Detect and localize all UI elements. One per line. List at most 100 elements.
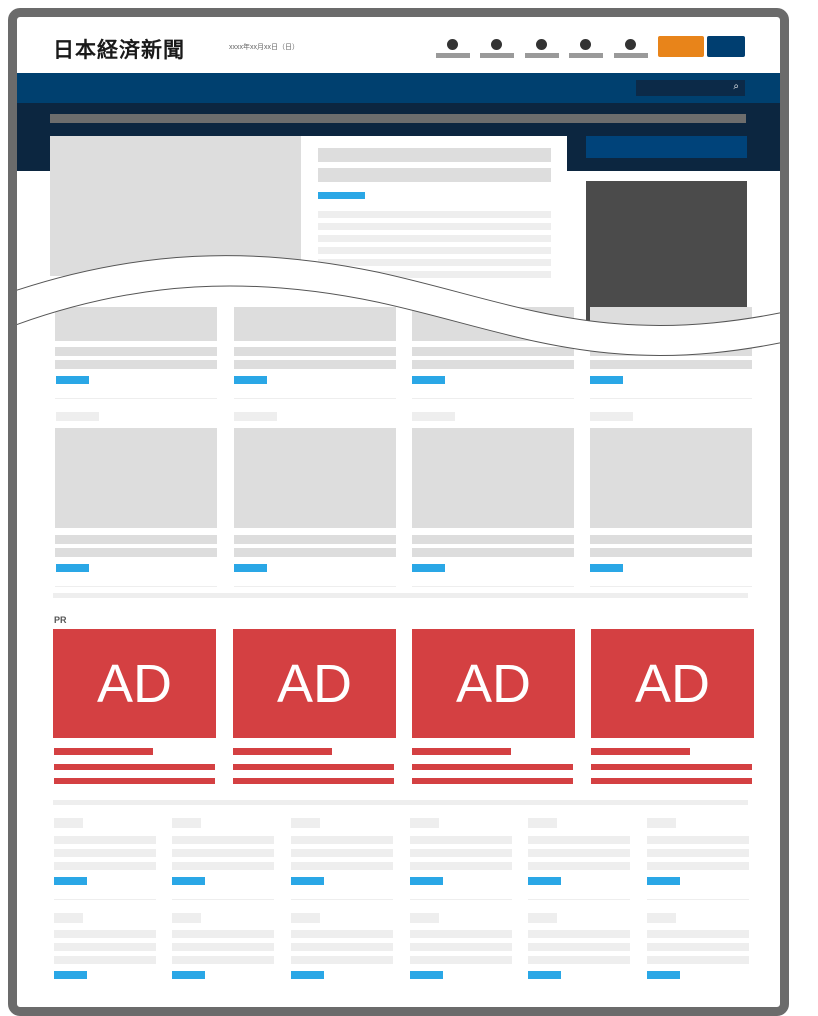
ad-title-line[interactable] bbox=[412, 748, 511, 755]
list-category-link[interactable] bbox=[647, 877, 680, 885]
list-item-line[interactable] bbox=[528, 956, 630, 964]
list-item-line[interactable] bbox=[291, 862, 393, 870]
article-thumb[interactable] bbox=[590, 428, 752, 528]
list-category-link[interactable] bbox=[172, 971, 205, 979]
list-item-line[interactable] bbox=[528, 849, 630, 857]
list-item-line[interactable] bbox=[172, 930, 274, 938]
list-item-line[interactable] bbox=[528, 943, 630, 951]
list-item-line[interactable] bbox=[647, 930, 749, 938]
article-category-link[interactable] bbox=[56, 564, 89, 572]
list-item-line[interactable] bbox=[528, 836, 630, 844]
article-category-link[interactable] bbox=[56, 376, 89, 384]
article-category-link[interactable] bbox=[412, 376, 445, 384]
article-category-link[interactable] bbox=[590, 564, 623, 572]
article-thumb[interactable] bbox=[412, 428, 574, 528]
list-category-link[interactable] bbox=[528, 877, 561, 885]
list-category-link[interactable] bbox=[54, 877, 87, 885]
list-item-line[interactable] bbox=[647, 836, 749, 844]
ad-title-line[interactable] bbox=[233, 748, 332, 755]
list-item-line[interactable] bbox=[410, 862, 512, 870]
list-item-line[interactable] bbox=[410, 849, 512, 857]
sidebar-header[interactable] bbox=[586, 136, 747, 158]
list-category-link[interactable] bbox=[172, 877, 205, 885]
list-item-line[interactable] bbox=[54, 849, 156, 857]
list-item-line[interactable] bbox=[54, 956, 156, 964]
article-category-link[interactable] bbox=[234, 376, 267, 384]
article-title-line[interactable] bbox=[234, 548, 396, 557]
ad-text-line[interactable] bbox=[591, 778, 752, 784]
list-item-line[interactable] bbox=[647, 862, 749, 870]
ad-text-line[interactable] bbox=[412, 778, 573, 784]
article-category-link[interactable] bbox=[234, 564, 267, 572]
nav-dot-icon bbox=[491, 39, 502, 50]
ad-banner[interactable]: AD bbox=[233, 629, 396, 738]
article-title-line[interactable] bbox=[55, 535, 217, 544]
list-category-link[interactable] bbox=[528, 971, 561, 979]
ad-text-line[interactable] bbox=[591, 764, 752, 770]
list-item-line[interactable] bbox=[172, 956, 274, 964]
list-item-line[interactable] bbox=[528, 862, 630, 870]
list-item-line[interactable] bbox=[54, 930, 156, 938]
article-title-line[interactable] bbox=[590, 548, 752, 557]
list-item-line[interactable] bbox=[172, 943, 274, 951]
article-category-link[interactable] bbox=[412, 564, 445, 572]
article-thumb[interactable] bbox=[234, 428, 396, 528]
list-item-line[interactable] bbox=[54, 943, 156, 951]
list-item-line[interactable] bbox=[291, 930, 393, 938]
article-section-label bbox=[234, 412, 277, 421]
list-category-link[interactable] bbox=[410, 971, 443, 979]
ad-text-line[interactable] bbox=[54, 778, 215, 784]
ad-title-line[interactable] bbox=[591, 748, 690, 755]
list-item-line[interactable] bbox=[54, 836, 156, 844]
login-button[interactable] bbox=[707, 36, 745, 57]
list-item-line[interactable] bbox=[291, 956, 393, 964]
list-item-line[interactable] bbox=[647, 956, 749, 964]
list-item-line[interactable] bbox=[647, 849, 749, 857]
list-item-line[interactable] bbox=[54, 862, 156, 870]
list-item-line[interactable] bbox=[291, 943, 393, 951]
article-category-link[interactable] bbox=[590, 376, 623, 384]
search-icon[interactable]: ⌕ bbox=[733, 81, 739, 92]
article-title-line[interactable] bbox=[590, 535, 752, 544]
ad-text-line[interactable] bbox=[412, 764, 573, 770]
article-title-line[interactable] bbox=[55, 548, 217, 557]
list-item-line[interactable] bbox=[172, 862, 274, 870]
list-category-link[interactable] bbox=[291, 877, 324, 885]
list-item-line[interactable] bbox=[410, 956, 512, 964]
list-item-line[interactable] bbox=[291, 849, 393, 857]
ad-text-line[interactable] bbox=[54, 764, 215, 770]
list-item-line[interactable] bbox=[410, 943, 512, 951]
ad-banner[interactable]: AD bbox=[412, 629, 575, 738]
list-category-link[interactable] bbox=[291, 971, 324, 979]
list-item-line[interactable] bbox=[291, 836, 393, 844]
list-item-line[interactable] bbox=[410, 930, 512, 938]
nav-icon-1[interactable] bbox=[436, 36, 470, 62]
ad-title-line[interactable] bbox=[54, 748, 153, 755]
nav-icon-4[interactable] bbox=[569, 36, 603, 62]
list-section-label bbox=[528, 818, 557, 828]
ad-banner[interactable]: AD bbox=[591, 629, 754, 738]
article-title-line[interactable] bbox=[412, 548, 574, 557]
list-item-line[interactable] bbox=[172, 836, 274, 844]
list-category-link[interactable] bbox=[54, 971, 87, 979]
nav-icon-5[interactable] bbox=[614, 36, 648, 62]
hero-category-link[interactable] bbox=[318, 192, 365, 199]
nav-icon-2[interactable] bbox=[480, 36, 514, 62]
article-thumb[interactable] bbox=[55, 428, 217, 528]
nav-icon-3[interactable] bbox=[525, 36, 559, 62]
list-item-line[interactable] bbox=[410, 836, 512, 844]
ad-text-line[interactable] bbox=[233, 778, 394, 784]
ad-banner[interactable]: AD bbox=[53, 629, 216, 738]
subscribe-button[interactable] bbox=[658, 36, 704, 57]
article-title-line[interactable] bbox=[234, 535, 396, 544]
list-item-line[interactable] bbox=[647, 943, 749, 951]
article-title-line[interactable] bbox=[412, 535, 574, 544]
list-item-line[interactable] bbox=[528, 930, 630, 938]
list-section-label bbox=[54, 818, 83, 828]
ad-text-line[interactable] bbox=[233, 764, 394, 770]
list-category-link[interactable] bbox=[647, 971, 680, 979]
list-category-link[interactable] bbox=[410, 877, 443, 885]
list-item-line[interactable] bbox=[172, 849, 274, 857]
site-logo[interactable]: 日本経済新聞 bbox=[53, 34, 185, 64]
search-input[interactable]: ⌕ bbox=[636, 80, 745, 96]
